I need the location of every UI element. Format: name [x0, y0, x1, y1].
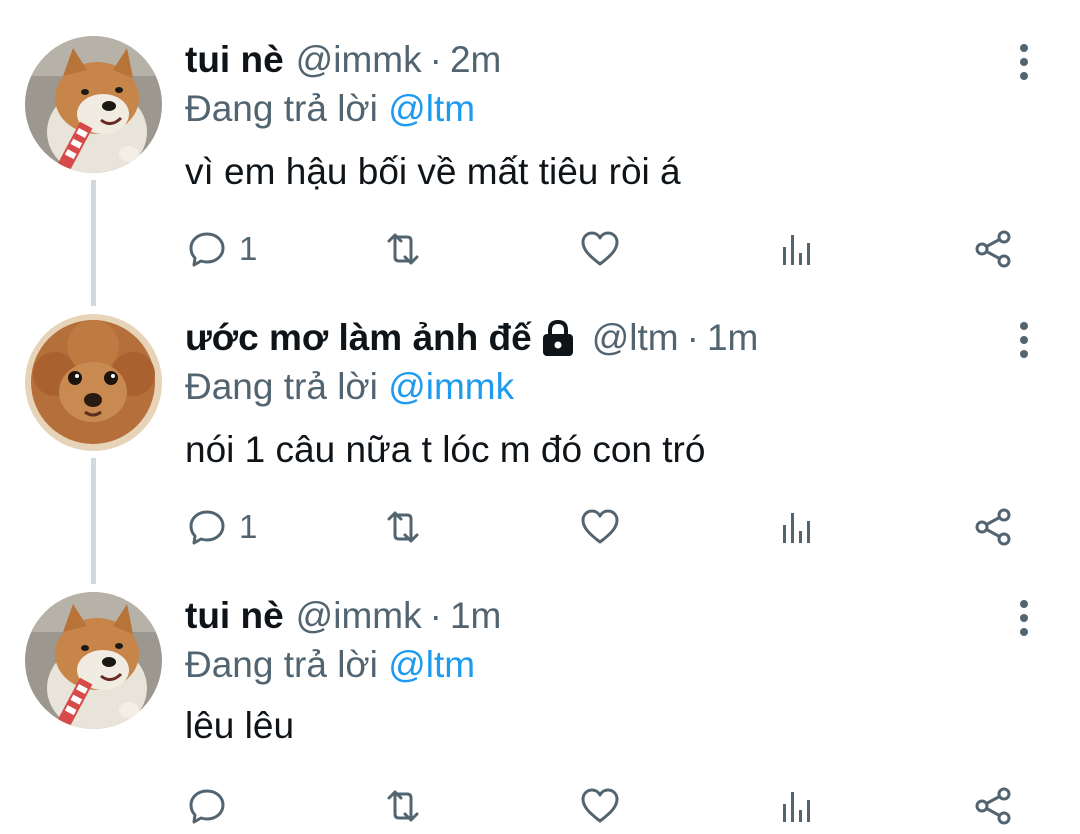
replying-to: Đang trả lời @ltm: [185, 643, 475, 687]
avatar-shiba[interactable]: [25, 592, 162, 729]
tweet[interactable]: ước mơ làm ảnh đế @ltm · 1m Đang trả lời…: [0, 278, 1080, 556]
tweet-header: tui nè @immk · 1m: [185, 594, 501, 638]
tweet-actions: 1: [185, 503, 1045, 551]
display-name[interactable]: tui nè: [185, 38, 284, 82]
tweet-header: ước mơ làm ảnh đế @ltm · 1m: [185, 316, 758, 360]
reply-button[interactable]: 1: [185, 225, 257, 273]
mention-link[interactable]: @ltm: [388, 644, 475, 685]
user-handle[interactable]: @ltm: [592, 316, 679, 360]
mention-link[interactable]: @immk: [388, 366, 514, 407]
display-name[interactable]: ước mơ làm ảnh đế: [185, 316, 532, 360]
timestamp[interactable]: 1m: [450, 594, 501, 638]
comment-icon: [185, 227, 229, 271]
like-button[interactable]: [578, 782, 622, 830]
replying-to-label: Đang trả lời: [185, 644, 378, 685]
analytics-icon: [775, 227, 819, 271]
more-vertical-icon[interactable]: [1000, 596, 1048, 640]
more-vertical-icon[interactable]: [1000, 318, 1048, 362]
tweet-actions: 1: [185, 225, 1045, 273]
reply-button[interactable]: [185, 782, 239, 830]
tweet-text: nói 1 câu nữa t lóc m đó con tró: [185, 429, 706, 470]
mention-link[interactable]: @ltm: [388, 88, 475, 129]
separator-dot: ·: [686, 317, 699, 358]
retweet-button[interactable]: [381, 782, 425, 830]
share-icon: [971, 784, 1015, 828]
retweet-icon: [381, 227, 425, 271]
analytics-button[interactable]: [775, 225, 819, 273]
like-button[interactable]: [578, 225, 622, 273]
separator-dot: ·: [429, 595, 442, 636]
analytics-icon: [775, 505, 819, 549]
avatar-shiba[interactable]: [25, 36, 162, 173]
heart-icon: [578, 227, 622, 271]
share-button[interactable]: [971, 782, 1015, 830]
analytics-button[interactable]: [775, 782, 819, 830]
lock-icon: [540, 318, 576, 358]
replying-to-label: Đang trả lời: [185, 88, 378, 129]
tweet-text: lêu lêu: [185, 705, 295, 746]
analytics-button[interactable]: [775, 503, 819, 551]
analytics-icon: [775, 784, 819, 828]
share-button[interactable]: [971, 503, 1015, 551]
replying-to: Đang trả lời @immk: [185, 365, 514, 409]
share-button[interactable]: [971, 225, 1015, 273]
reply-button[interactable]: 1: [185, 503, 257, 551]
retweet-button[interactable]: [381, 225, 425, 273]
heart-icon: [578, 505, 622, 549]
comment-icon: [185, 784, 229, 828]
retweet-icon: [381, 784, 425, 828]
retweet-icon: [381, 505, 425, 549]
tweet-header: tui nè @immk · 2m: [185, 38, 501, 82]
like-button[interactable]: [578, 503, 622, 551]
tweet-text: vì em hậu bối về mất tiêu ròi á: [185, 151, 681, 192]
tweet[interactable]: tui nè @immk · 1m Đang trả lời @ltm lêu …: [0, 556, 1080, 834]
user-handle[interactable]: @immk: [296, 38, 422, 82]
reply-count: 1: [239, 230, 258, 267]
separator-dot: ·: [429, 39, 442, 80]
display-name[interactable]: tui nè: [185, 594, 284, 638]
replying-to-label: Đang trả lời: [185, 366, 378, 407]
heart-icon: [578, 784, 622, 828]
more-vertical-icon[interactable]: [1000, 40, 1048, 84]
reply-count: 1: [239, 508, 258, 545]
timestamp[interactable]: 2m: [450, 38, 501, 82]
tweet[interactable]: tui nè @immk · 2m Đang trả lời @ltm vì e…: [0, 0, 1080, 278]
retweet-button[interactable]: [381, 503, 425, 551]
share-icon: [971, 505, 1015, 549]
tweet-actions: [185, 782, 1045, 830]
timestamp[interactable]: 1m: [707, 316, 758, 360]
share-icon: [971, 227, 1015, 271]
comment-icon: [185, 505, 229, 549]
user-handle[interactable]: @immk: [296, 594, 422, 638]
replying-to: Đang trả lời @ltm: [185, 87, 475, 131]
avatar-poodle[interactable]: [25, 314, 162, 451]
